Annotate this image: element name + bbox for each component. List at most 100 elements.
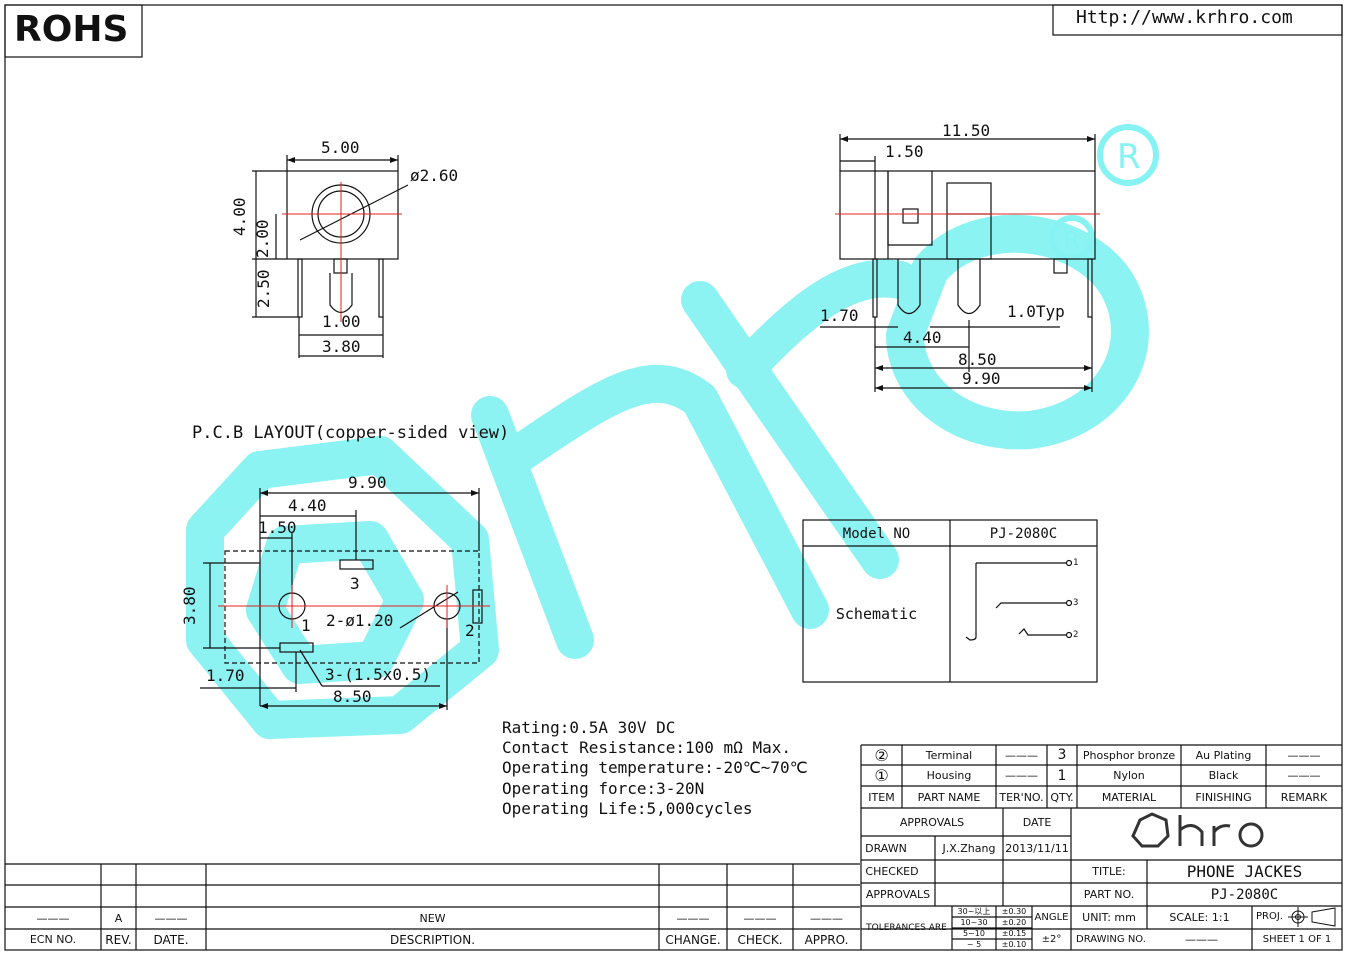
rev-row-ecn: ——— bbox=[36, 911, 70, 925]
dim-pcb-380: 3.80 bbox=[180, 586, 199, 625]
bom-row-2-material: Phosphor bronze bbox=[1082, 748, 1176, 762]
rev-row-change: ——— bbox=[676, 911, 710, 925]
tb-tol-value-2: ±0.20 bbox=[1001, 918, 1027, 927]
spec-temperature: Operating temperature:-20℃~70℃ bbox=[502, 758, 808, 778]
dim-front-width: 5.00 bbox=[321, 138, 360, 157]
schematic-pin-2: 2 bbox=[1073, 630, 1079, 640]
tb-logo-text: hro bbox=[1098, 822, 1100, 823]
bom-row-2-remark: ——— bbox=[1287, 748, 1321, 762]
schematic-pin-3: 3 bbox=[1073, 598, 1079, 608]
bom-row-1-part: Housing bbox=[926, 769, 972, 782]
dim-side-pitch: 1.0Typ bbox=[1007, 302, 1065, 321]
pcb-pin-2: 2 bbox=[465, 621, 475, 640]
dim-front-span: 3.80 bbox=[322, 337, 361, 356]
rev-header-check: CHECK. bbox=[737, 932, 783, 947]
rev-row-check: ——— bbox=[743, 911, 777, 925]
bom-row-2-ter: ——— bbox=[1005, 748, 1038, 762]
rohs-label: ROHS bbox=[14, 9, 129, 50]
schematic-pin-1: 1 bbox=[1073, 558, 1079, 568]
bom-header-finish: FINISHING bbox=[1195, 790, 1252, 804]
rev-row-date: ——— bbox=[154, 911, 188, 925]
tb-sheet: SHEET 1 OF 1 bbox=[1262, 934, 1332, 945]
tb-approvals-label: APPROVALS bbox=[865, 888, 931, 901]
dim-side-length: 11.50 bbox=[942, 121, 991, 140]
dim-front-dia: ø2.60 bbox=[410, 166, 459, 185]
dim-pcb-440: 4.40 bbox=[288, 496, 327, 515]
bom-row-2-qty: 3 bbox=[1057, 747, 1067, 763]
bom-row-1-no: ① bbox=[874, 766, 889, 785]
tb-drawn-label: DRAWN bbox=[865, 841, 907, 855]
tb-tolerances-label: TOLERANCES ARE bbox=[866, 923, 947, 933]
dim-side-d2: 8.50 bbox=[958, 350, 997, 369]
rev-row-appro: ——— bbox=[810, 911, 843, 925]
pcb-pads-label: 3-(1.5x0.5) bbox=[325, 665, 431, 684]
tb-checked-label: CHECKED bbox=[865, 865, 919, 878]
tb-tol-range-4: ~ 5 bbox=[966, 940, 982, 949]
bom-row-1-qty: 1 bbox=[1057, 767, 1067, 784]
bom-row-1-finish: Black bbox=[1208, 769, 1239, 782]
tb-date-header: DATE bbox=[1022, 815, 1052, 829]
tb-angle-value: ±2° bbox=[1041, 933, 1062, 945]
tb-drawn-by: J.X.Zhang bbox=[942, 841, 996, 855]
dim-front-center: 2.00 bbox=[253, 219, 272, 258]
tb-unit: UNIT: mm bbox=[1082, 911, 1136, 924]
dim-front-height: 4.00 bbox=[230, 197, 249, 236]
dim-front-pitch: 1.00 bbox=[322, 312, 361, 331]
tb-approvals-header: APPROVALS bbox=[899, 815, 965, 829]
pcb-pin-1: 1 bbox=[301, 616, 311, 635]
bom-header-material: MATERIAL bbox=[1101, 790, 1157, 804]
tb-drawing-no-value: ——— bbox=[1185, 933, 1218, 946]
rev-header-ecn: ECN NO. bbox=[29, 933, 77, 946]
tb-title-label: TITLE: bbox=[1092, 865, 1126, 878]
bom-row-1-material: Nylon bbox=[1113, 769, 1145, 782]
tb-title-value: PHONE JACKES bbox=[1186, 862, 1303, 881]
dim-pcb-170: 1.70 bbox=[206, 666, 245, 685]
bom-header-ter: TER'NO. bbox=[999, 790, 1044, 804]
tb-tol-value-1: ±0.30 bbox=[1001, 907, 1027, 916]
dim-pcb-990: 9.90 bbox=[348, 473, 387, 492]
bom-header-part: PART NAME bbox=[917, 790, 981, 804]
spec-resistance: Contact Resistance:100 mΩ Max. bbox=[502, 738, 791, 758]
spec-force: Operating force:3-20N bbox=[502, 778, 705, 798]
model-no-label: Model NO bbox=[842, 525, 911, 542]
tb-partno-label: PART NO. bbox=[1083, 888, 1135, 901]
pcb-holes-label: 2-ø1.20 bbox=[326, 611, 394, 630]
dim-front-pinlen: 2.50 bbox=[254, 269, 273, 308]
tb-tol-range-3: 5~10 bbox=[963, 929, 985, 938]
model-no-value: PJ-2080C bbox=[989, 525, 1058, 542]
tb-tol-value-4: ±0.10 bbox=[1001, 940, 1027, 949]
tb-drawn-date: 2013/11/11 bbox=[1005, 841, 1069, 855]
dim-side-d1: 4.40 bbox=[903, 328, 942, 347]
tb-drawing-no-label: DRAWING NO. bbox=[1076, 934, 1146, 945]
pcb-pin-3: 3 bbox=[350, 574, 360, 593]
tb-tol-range-2: 10~30 bbox=[960, 918, 988, 927]
tb-scale: SCALE: 1:1 bbox=[1169, 911, 1230, 924]
dim-pcb-150: 1.50 bbox=[258, 518, 297, 537]
pcb-title: P.C.B LAYOUT(copper-sided view) bbox=[192, 423, 510, 443]
bom-row-1-ter: ——— bbox=[1005, 769, 1038, 782]
rev-header-desc: DESCRIPTION. bbox=[389, 932, 476, 947]
bom-row-2-no: ② bbox=[874, 745, 889, 765]
bom-row-2-finish: Au Plating bbox=[1195, 748, 1252, 762]
specs-block: Rating:0.5A 30V DC Contact Resistance:10… bbox=[502, 718, 808, 819]
bom-row-2-part: Terminal bbox=[925, 748, 973, 762]
tb-angle-label: ANGLE bbox=[1034, 911, 1069, 923]
dim-side-offset: 1.50 bbox=[885, 142, 924, 161]
tb-partno-value: PJ-2080C bbox=[1210, 886, 1279, 903]
bom-header-remark: REMARK bbox=[1280, 790, 1328, 804]
rev-header-rev: REV. bbox=[105, 932, 132, 947]
schematic-label: Schematic bbox=[835, 605, 918, 623]
dim-side-pin1: 1.70 bbox=[820, 306, 859, 325]
rev-header-date: DATE. bbox=[153, 932, 189, 947]
dim-side-d3: 9.90 bbox=[962, 369, 1001, 388]
spec-life: Operating Life:5,000cycles bbox=[502, 798, 753, 818]
rev-row-rev: A bbox=[114, 911, 123, 925]
spec-rating: Rating:0.5A 30V DC bbox=[502, 718, 676, 737]
tb-tol-value-3: ±0.15 bbox=[1001, 929, 1027, 938]
tb-proj: PROJ. bbox=[1256, 911, 1283, 922]
rev-header-change: CHANGE. bbox=[665, 932, 721, 947]
rev-header-appro: APPRO. bbox=[804, 932, 849, 947]
url-label[interactable]: Http://www.krhro.com bbox=[1076, 9, 1293, 27]
tb-tol-range-1: 30~以上 bbox=[957, 907, 991, 916]
dim-pcb-850: 8.50 bbox=[333, 687, 372, 706]
